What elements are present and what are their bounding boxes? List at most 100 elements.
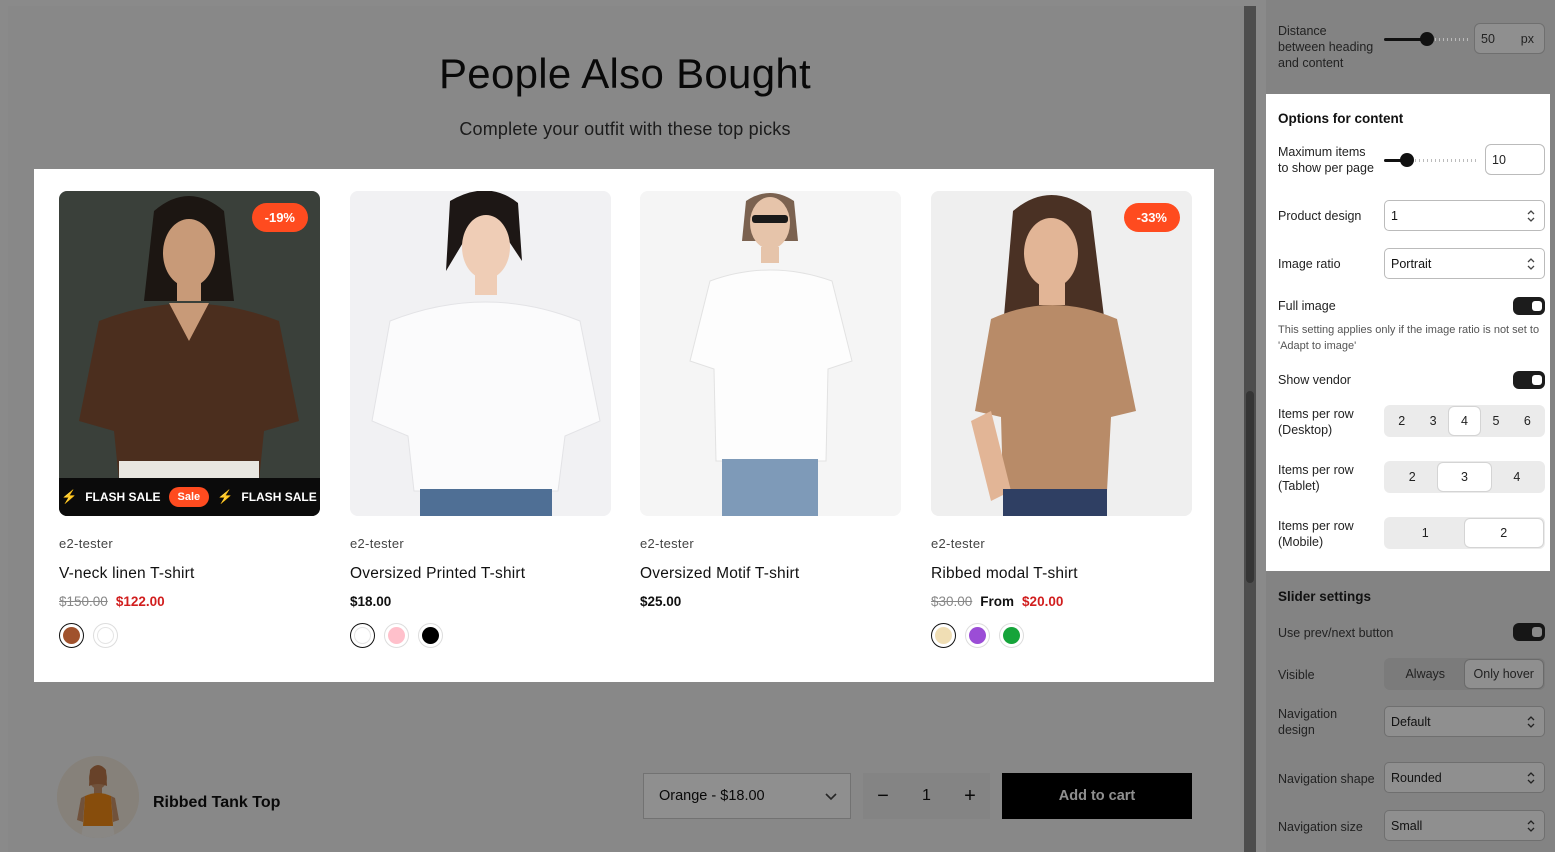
- variant-select-value: Orange - $18.00: [659, 788, 765, 804]
- distance-label: Distance between heading and content: [1278, 24, 1374, 70]
- max-items-input[interactable]: 10: [1485, 144, 1545, 175]
- add-to-cart-button[interactable]: Add to cart: [1002, 773, 1192, 819]
- product-vendor: e2-tester: [59, 536, 114, 551]
- items-per-row-desktop-segmented: 23456: [1384, 405, 1545, 437]
- sticky-product-thumbnail[interactable]: [57, 756, 139, 838]
- slider-handle[interactable]: [1400, 153, 1414, 167]
- product-name[interactable]: V-neck linen T-shirt: [59, 565, 320, 583]
- color-swatch[interactable]: [93, 623, 118, 648]
- settings-panel: Distance between heading and content 50 …: [1266, 0, 1555, 852]
- regular-price: $18.00: [350, 594, 392, 609]
- color-swatches: [931, 623, 1192, 648]
- segment-option[interactable]: Only hover: [1464, 660, 1543, 688]
- prev-next-label: Use prev/next button: [1278, 626, 1394, 640]
- product-image[interactable]: [350, 191, 611, 516]
- product-name[interactable]: Oversized Printed T-shirt: [350, 565, 611, 583]
- max-items-value: 10: [1492, 152, 1506, 167]
- segment-option[interactable]: 2: [1386, 407, 1417, 435]
- updown-chevron-icon: [1527, 772, 1535, 784]
- segment-option[interactable]: 1: [1386, 519, 1465, 547]
- navigation-size-value: Small: [1391, 818, 1423, 833]
- chevron-down-icon: [825, 793, 837, 801]
- navigation-design-value: Default: [1391, 714, 1431, 729]
- color-swatch[interactable]: [350, 623, 375, 648]
- updown-chevron-icon: [1527, 258, 1535, 270]
- product-name[interactable]: Ribbed modal T-shirt: [931, 565, 1192, 583]
- sale-pill: Sale: [168, 487, 210, 507]
- product-vendor: e2-tester: [931, 536, 986, 551]
- product-price: $150.00 $122.00: [59, 594, 320, 609]
- segment-option[interactable]: 4: [1491, 463, 1543, 491]
- flash-sale-label: FLASH SALE: [241, 490, 317, 504]
- color-swatch[interactable]: [418, 623, 443, 648]
- preview-scrollbar[interactable]: [1244, 6, 1256, 852]
- navigation-shape-select[interactable]: Rounded: [1384, 762, 1545, 793]
- flash-sale-marquee: ⚡ FLASH SALE Sale ⚡ FLASH SALE: [59, 478, 320, 516]
- distance-slider[interactable]: [1384, 32, 1469, 46]
- slider-handle[interactable]: [1420, 32, 1434, 46]
- full-image-help-text: This setting applies only if the image r…: [1278, 324, 1540, 352]
- product-grid-section: -19% ⚡ FLASH SALE Sale ⚡ FLASH SALE e2-t…: [34, 169, 1214, 682]
- sticky-add-to-cart-bar: Ribbed Tank Top Orange - $18.00 − 1 + Ad…: [8, 742, 1256, 852]
- product-image[interactable]: -33%: [931, 191, 1192, 516]
- scrollbar-thumb[interactable]: [1246, 391, 1254, 583]
- variant-select[interactable]: Orange - $18.00: [643, 773, 851, 819]
- segment-option[interactable]: 2: [1464, 519, 1543, 547]
- updown-chevron-icon: [1527, 210, 1535, 222]
- items-per-row-tablet-segmented: 234: [1384, 461, 1545, 493]
- sale-price: $122.00: [115, 594, 165, 609]
- navigation-design-label: Navigation design: [1278, 707, 1338, 737]
- color-swatch[interactable]: [931, 623, 956, 648]
- product-design-value: 1: [1391, 208, 1398, 223]
- segment-option[interactable]: 4: [1448, 407, 1481, 435]
- image-ratio-value: Portrait: [1391, 256, 1432, 271]
- items-per-row-mobile-label: Items per row (Mobile): [1278, 519, 1354, 549]
- product-name[interactable]: Oversized Motif T-shirt: [640, 565, 901, 583]
- color-swatch[interactable]: [59, 623, 84, 648]
- segment-option[interactable]: 2: [1386, 463, 1438, 491]
- sale-price: $20.00: [1022, 594, 1064, 609]
- product-card[interactable]: e2-tester Oversized Motif T-shirt $25.00: [640, 191, 901, 609]
- full-image-toggle[interactable]: [1513, 297, 1545, 315]
- image-ratio-select[interactable]: Portrait: [1384, 248, 1545, 279]
- color-swatch[interactable]: [965, 623, 990, 648]
- product-image[interactable]: -19% ⚡ FLASH SALE Sale ⚡ FLASH SALE: [59, 191, 320, 516]
- distance-value: 50: [1481, 31, 1495, 46]
- section-title: People Also Bought: [438, 50, 812, 97]
- color-swatch[interactable]: [384, 623, 409, 648]
- segment-option[interactable]: 6: [1512, 407, 1543, 435]
- price-from-label: From: [980, 594, 1015, 609]
- sticky-product-name: Ribbed Tank Top: [153, 794, 281, 811]
- product-vendor: e2-tester: [640, 536, 695, 551]
- quantity-decrease-button[interactable]: −: [873, 785, 893, 808]
- show-vendor-toggle[interactable]: [1513, 371, 1545, 389]
- max-items-slider[interactable]: [1384, 153, 1476, 167]
- navigation-shape-value: Rounded: [1391, 770, 1442, 785]
- show-vendor-label: Show vendor: [1278, 373, 1351, 387]
- discount-badge: -19%: [251, 203, 308, 232]
- discount-badge: -33%: [1123, 203, 1180, 232]
- distance-input[interactable]: 50 px: [1474, 23, 1545, 54]
- quantity-increase-button[interactable]: +: [960, 785, 980, 808]
- segment-option[interactable]: 3: [1438, 463, 1491, 491]
- prev-next-toggle[interactable]: [1513, 623, 1545, 641]
- color-swatch[interactable]: [999, 623, 1024, 648]
- product-image[interactable]: [640, 191, 901, 516]
- lightning-icon: ⚡: [217, 489, 234, 504]
- items-per-row-tablet-label: Items per row (Tablet): [1278, 463, 1354, 493]
- product-card[interactable]: -19% ⚡ FLASH SALE Sale ⚡ FLASH SALE e2-t…: [59, 191, 320, 648]
- quantity-value[interactable]: 1: [922, 787, 931, 805]
- navigation-design-select[interactable]: Default: [1384, 706, 1545, 737]
- slider-settings-title: Slider settings: [1278, 589, 1372, 604]
- segment-option[interactable]: Always: [1386, 660, 1465, 688]
- segment-option[interactable]: 3: [1417, 407, 1448, 435]
- product-card[interactable]: -33% e2-tester Ribbed modal T-shirt $30.…: [931, 191, 1192, 648]
- product-design-select[interactable]: 1: [1384, 200, 1545, 231]
- product-price: $18.00: [350, 594, 611, 609]
- segment-option[interactable]: 5: [1480, 407, 1511, 435]
- product-card[interactable]: e2-tester Oversized Printed T-shirt $18.…: [350, 191, 611, 648]
- content-options-panel: Options for content Maximum items to sho…: [1266, 94, 1550, 571]
- distance-unit: px: [1520, 31, 1534, 46]
- visible-segmented: Always Only hover: [1384, 658, 1545, 690]
- navigation-size-select[interactable]: Small: [1384, 810, 1545, 841]
